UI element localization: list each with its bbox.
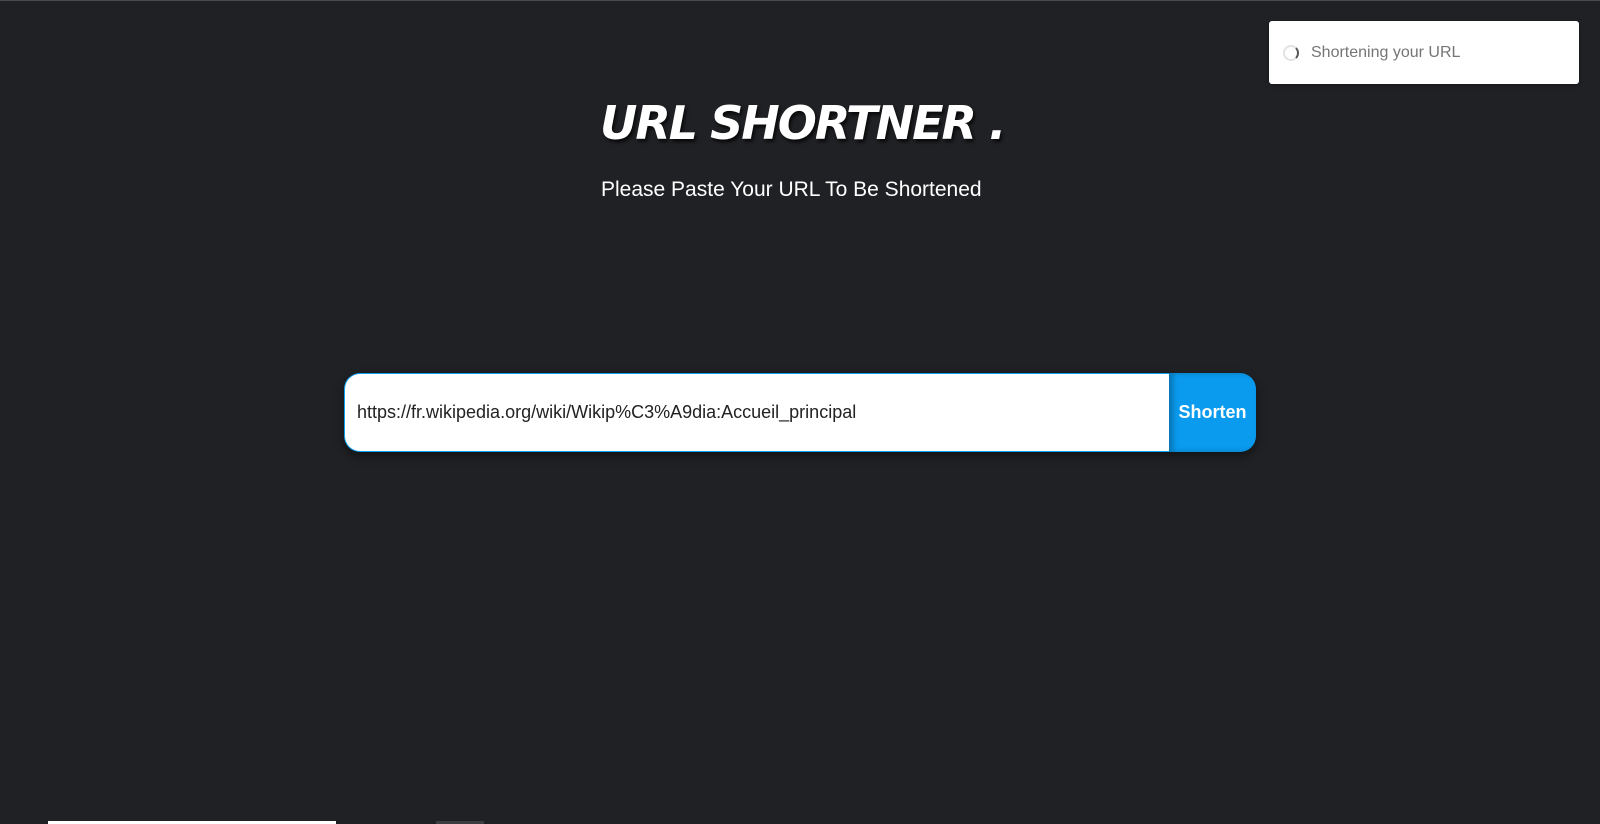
shorten-form: Shorten bbox=[344, 373, 1256, 452]
page-title: URL SHORTNER . bbox=[600, 96, 1006, 150]
loading-spinner-icon bbox=[1283, 44, 1299, 61]
loading-toast: Shortening your URL bbox=[1269, 21, 1579, 84]
shorten-button[interactable]: Shorten bbox=[1169, 373, 1256, 452]
top-border-line bbox=[0, 0, 1600, 1]
toast-message: Shortening your URL bbox=[1311, 43, 1461, 61]
page-subtitle: Please Paste Your URL To Be Shortened bbox=[601, 178, 982, 201]
url-input[interactable] bbox=[344, 373, 1169, 452]
